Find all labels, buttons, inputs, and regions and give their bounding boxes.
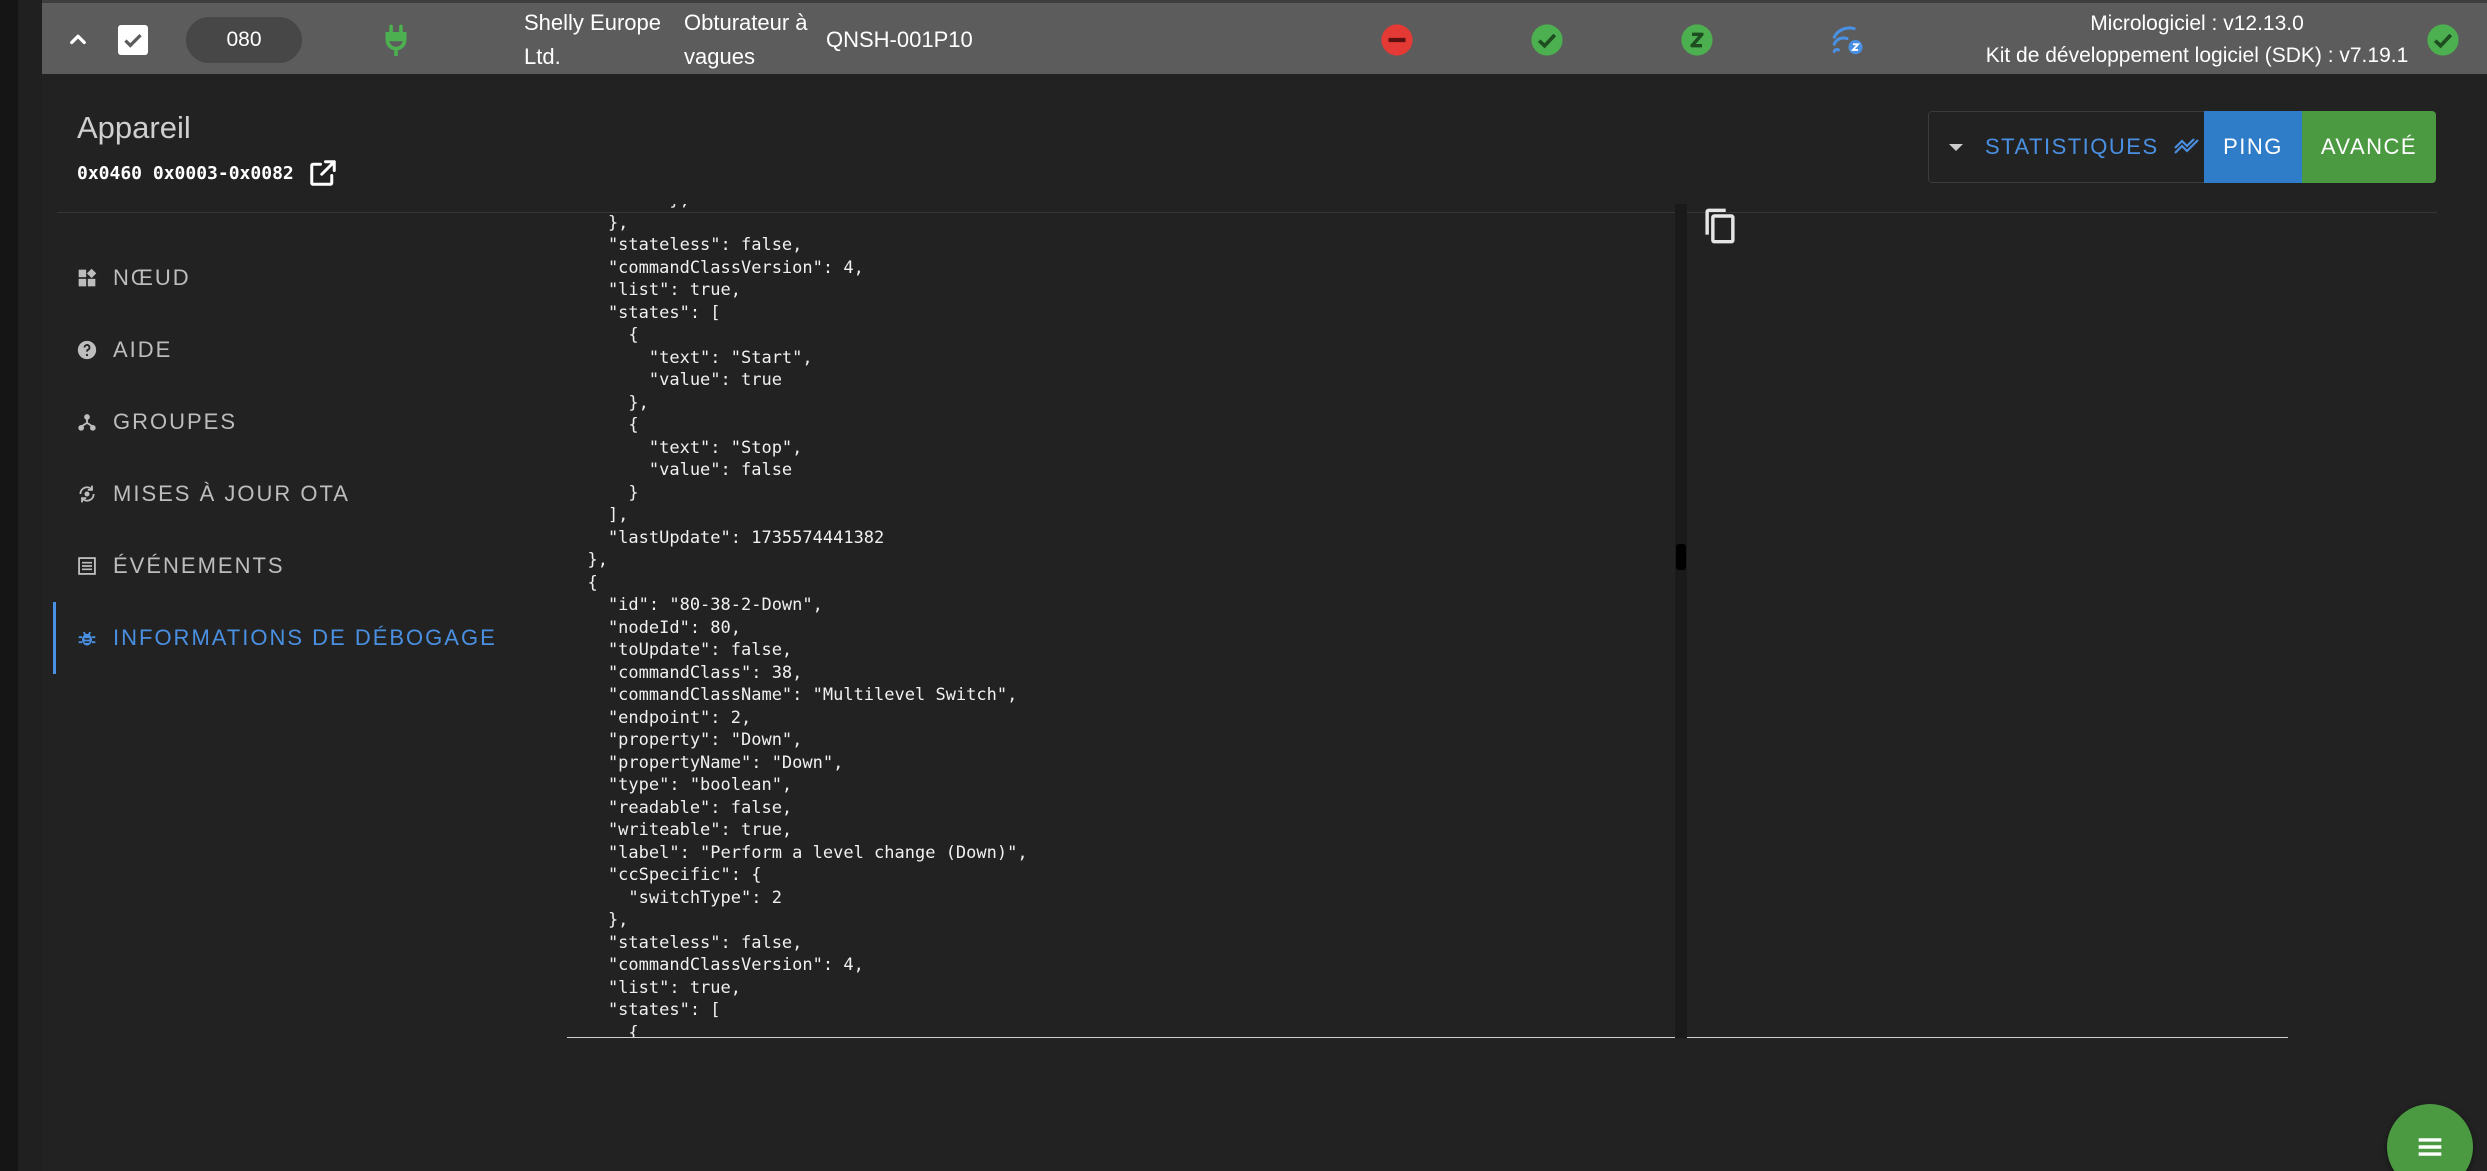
- check-icon: [124, 33, 142, 48]
- node-id-chip: 080: [186, 17, 302, 63]
- open-external-icon[interactable]: [308, 158, 338, 188]
- events-list-icon: [78, 557, 96, 575]
- manufacturer-line1: Shelly Europe: [524, 10, 661, 35]
- debug-json-text: }, }, "stateless": false, "commandClassV…: [587, 204, 1028, 1038]
- sidebar-nav: NŒUD AIDE GROUPES MISES À JOUR OTA ÉVÉNE…: [53, 242, 593, 674]
- node-row[interactable]: 080 Shelly Europe Ltd. Obturateur à vagu…: [42, 0, 2487, 74]
- trending-icon: [2173, 138, 2199, 154]
- sidebar-item-label: MISES À JOUR OTA: [113, 481, 350, 506]
- manufacturer: Shelly Europe Ltd.: [524, 3, 674, 77]
- action-button-group: STATISTIQUES PING AVANCÉ: [1928, 111, 2436, 183]
- copy-button[interactable]: [1702, 206, 1738, 246]
- help-icon: [77, 340, 97, 360]
- sidebar-item-label: GROUPES: [113, 409, 238, 434]
- plug-icon: [380, 3, 412, 77]
- sidebar-item-label: NŒUD: [113, 265, 191, 290]
- wireless-icon: [1830, 23, 1864, 57]
- product-label: Obturateur à vagues: [684, 3, 824, 77]
- sidebar-item-label: INFORMATIONS DE DÉBOGAGE: [113, 625, 497, 650]
- minus-circle-icon: [1380, 23, 1414, 57]
- sidebar-item-help[interactable]: AIDE: [53, 314, 593, 386]
- code-scrollbar[interactable]: [1675, 204, 1687, 1038]
- groups-icon: [78, 414, 96, 431]
- bug-icon: [78, 631, 96, 646]
- statistics-button[interactable]: STATISTIQUES: [1928, 111, 2204, 183]
- device-id: 0x0460 0x0003-0x0082: [77, 158, 338, 188]
- page-title: Appareil: [77, 110, 191, 145]
- row-checkbox[interactable]: [118, 25, 148, 55]
- debug-code-viewer[interactable]: }, }, "stateless": false, "commandClassV…: [567, 204, 2288, 1038]
- advanced-button[interactable]: AVANCÉ: [2302, 111, 2436, 183]
- sidebar-item-debug-info[interactable]: INFORMATIONS DE DÉBOGAGE: [53, 602, 593, 674]
- advanced-label: AVANCÉ: [2320, 134, 2418, 159]
- zwave-icon: [1680, 23, 1714, 57]
- sidebar-item-node[interactable]: NŒUD: [53, 242, 593, 314]
- sidebar-item-label: ÉVÉNEMENTS: [113, 553, 285, 578]
- firmware-version: Micrologiciel : v12.13.0: [2090, 12, 2304, 35]
- sidebar-item-groups[interactable]: GROUPES: [53, 386, 593, 458]
- sidebar-item-label: AIDE: [113, 337, 173, 362]
- sidebar-item-ota-updates[interactable]: MISES À JOUR OTA: [53, 458, 593, 530]
- check-circle-icon: [2426, 23, 2460, 57]
- check-circle-icon: [1530, 23, 1564, 57]
- menu-icon: [2418, 1138, 2442, 1156]
- ping-button[interactable]: PING: [2204, 111, 2302, 183]
- product-code: QNSH-001P10: [826, 27, 973, 52]
- left-border: [18, 0, 42, 1171]
- sidebar-item-events[interactable]: ÉVÉNEMENTS: [53, 530, 593, 602]
- manufacturer-line2: Ltd.: [524, 44, 561, 69]
- firmware-info: Micrologiciel : v12.13.0 Kit de développ…: [1942, 3, 2452, 77]
- caret-down-icon: [1949, 143, 1963, 151]
- product-line1: Obturateur à: [684, 10, 808, 35]
- copy-icon: [1705, 208, 1735, 244]
- sdk-version: Kit de développement logiciel (SDK) : v7…: [1985, 44, 2409, 67]
- ota-update-icon: [79, 485, 95, 503]
- ping-label: PING: [2223, 134, 2283, 159]
- statistics-label: STATISTIQUES: [1985, 134, 2159, 159]
- product-line2: vagues: [684, 44, 755, 69]
- left-gutter: [0, 0, 18, 1171]
- collapse-button[interactable]: [60, 3, 96, 77]
- code-scrollbar-thumb[interactable]: [1676, 544, 1686, 570]
- chevron-up-icon: [70, 34, 86, 45]
- widgets-icon: [78, 268, 97, 287]
- device-id-text: 0x0460 0x0003-0x0082: [77, 162, 294, 184]
